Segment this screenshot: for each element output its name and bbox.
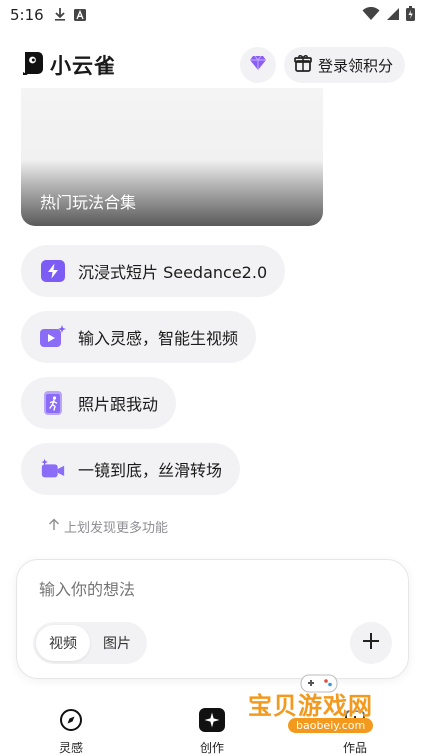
nav-label: 创作 <box>199 741 224 755</box>
prompt-input[interactable] <box>39 580 379 599</box>
feature-label: 照片跟我动 <box>78 395 159 414</box>
feature-one-take[interactable]: 一镜到底，丝滑转场 <box>21 443 241 495</box>
app-header: 小云雀 登录领积分 <box>0 42 425 88</box>
status-bar: 5:16 <box>0 0 425 30</box>
lightning-icon <box>40 258 66 284</box>
mode-switch: 视频 图片 <box>33 622 147 664</box>
login-label: 登录领积分 <box>317 56 393 75</box>
gift-icon <box>294 54 312 76</box>
feature-photo-motion[interactable]: 照片跟我动 <box>21 377 177 429</box>
banner-card[interactable]: 热门玩法合集 <box>21 88 323 226</box>
video-sparkle-icon <box>40 324 66 350</box>
brand: 小云雀 <box>22 50 116 80</box>
feature-seedance[interactable]: 沉浸式短片 Seedance2.0 <box>21 245 286 297</box>
feature-label: 一镜到底，丝滑转场 <box>78 461 223 480</box>
prompt-composer: 视频 图片 <box>16 559 409 679</box>
camera-sparkle-icon <box>40 456 66 482</box>
brand-name: 小云雀 <box>50 54 116 78</box>
watermark-url: baobeiy.com <box>288 718 374 733</box>
feature-label: 沉浸式短片 Seedance2.0 <box>78 263 268 282</box>
banner-title: 热门玩法合集 <box>40 193 137 212</box>
swipe-up-hint-text: 上划发现更多功能 <box>64 521 169 536</box>
notification-a-icon <box>73 6 86 25</box>
swipe-up-hint: 上划发现更多功能 <box>48 517 168 536</box>
brand-logo-icon <box>22 50 44 80</box>
feature-text-to-video[interactable]: 输入灵感，智能生视频 <box>21 311 257 363</box>
nav-create[interactable]: 创作 <box>182 708 242 755</box>
nav-label: 灵感 <box>58 741 83 755</box>
watermark-title: 宝贝游戏网 <box>248 692 373 720</box>
mode-video-tab[interactable]: 视频 <box>36 625 90 661</box>
feature-label: 输入灵感，智能生视频 <box>78 329 239 348</box>
wifi-icon <box>362 6 380 25</box>
plus-icon <box>362 632 380 654</box>
diamond-icon <box>249 55 267 75</box>
nav-inspiration[interactable]: 灵感 <box>41 708 101 755</box>
status-time: 5:16 <box>10 6 44 24</box>
signal-icon <box>386 6 400 25</box>
mode-image-tab[interactable]: 图片 <box>90 625 144 661</box>
site-watermark: 宝贝游戏网 baobeiy.com <box>248 672 398 752</box>
arrow-up-icon <box>48 518 60 535</box>
login-rewards-button[interactable]: 登录领积分 <box>283 47 405 83</box>
battery-icon <box>406 5 415 25</box>
running-figure-icon <box>40 390 66 416</box>
vip-button[interactable] <box>239 47 276 83</box>
add-button[interactable] <box>350 622 392 664</box>
download-icon <box>54 6 66 25</box>
compass-icon <box>59 708 83 735</box>
sparkle-icon <box>199 708 225 735</box>
